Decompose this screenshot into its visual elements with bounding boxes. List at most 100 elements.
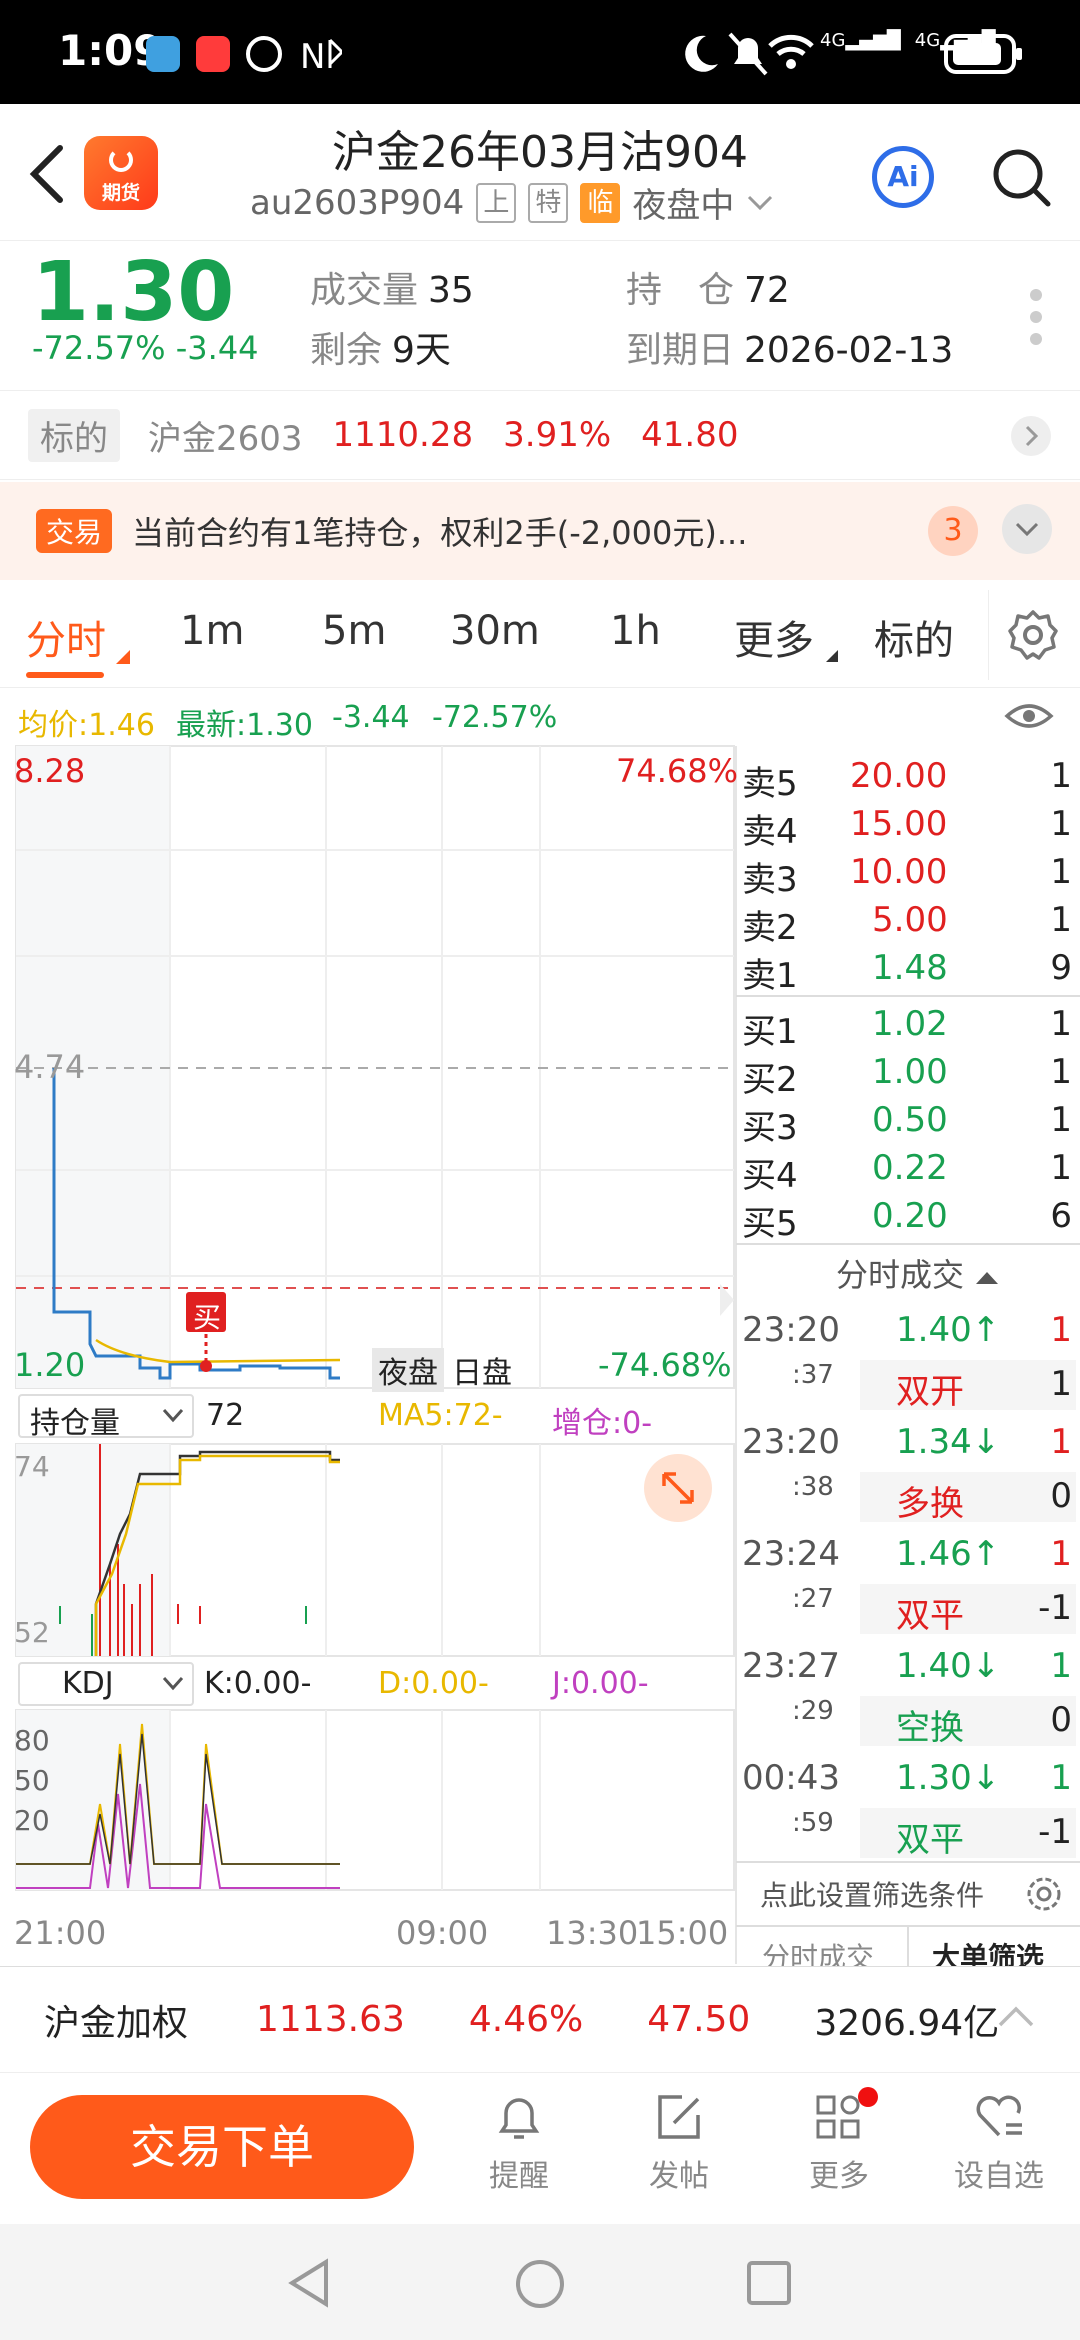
oi-indicator-select[interactable]: 持仓量 bbox=[18, 1394, 194, 1441]
more-button[interactable]: 更多 bbox=[784, 2091, 894, 2195]
post-button[interactable]: 发帖 bbox=[624, 2091, 734, 2195]
tab-5m[interactable]: 5m bbox=[322, 608, 386, 654]
chart-area: 8.28 4.74 1.20 74.68% -74.68% 买 夜盘 日盘 持仓… bbox=[0, 744, 1080, 1974]
eye-icon[interactable] bbox=[1004, 696, 1054, 736]
ask-row-1[interactable]: 卖1 1.48 9 bbox=[742, 944, 1072, 996]
tab-intraday[interactable]: 分时 bbox=[26, 608, 106, 666]
underlying-name: 沪金2603 bbox=[148, 418, 303, 459]
quote-panel: 1.30 -72.57% -3.44 成交量 35 剩余 9天 持 仓 72 到期日 2… bbox=[0, 240, 1080, 390]
contract-title: 沪金26年03月沽904 bbox=[332, 127, 748, 178]
notification-dot bbox=[858, 2087, 878, 2107]
ask-row-4[interactable]: 卖4 15.00 1 bbox=[742, 800, 1072, 852]
kdj-level-50: 50 bbox=[14, 1764, 50, 1797]
bid-row-5[interactable]: 买5 0.20 6 bbox=[742, 1192, 1072, 1244]
tab-1m[interactable]: 1m bbox=[180, 608, 244, 654]
add-watchlist-button[interactable]: 设自选 bbox=[944, 2091, 1054, 2195]
ask-row-5[interactable]: 卖5 20.00 1 bbox=[742, 752, 1072, 804]
search-icon[interactable] bbox=[990, 146, 1052, 208]
back-arrow-icon[interactable] bbox=[24, 142, 74, 206]
time-axis-close: 15:00 bbox=[636, 1914, 729, 1952]
underlying-row[interactable]: 标的 沪金2603 1110.28 3.91% 41.80 bbox=[0, 390, 1080, 480]
signal-icon: 4G▂▄▆█ bbox=[820, 30, 901, 51]
day-session-label[interactable]: 日盘 bbox=[452, 1348, 512, 1392]
tick-row: 23:20 :37 1.40↑ 1 双开 1 bbox=[742, 1310, 1076, 1422]
oi-value: 72 bbox=[206, 1398, 245, 1433]
price-change: -72.57% -3.44 bbox=[32, 329, 259, 367]
volume-stat: 成交量 35 bbox=[310, 270, 474, 311]
trade-tag: 交易 bbox=[36, 509, 113, 553]
last-price: 1.30 bbox=[32, 245, 235, 340]
oi-ma5: MA5:72- bbox=[378, 1398, 503, 1433]
contract-subtitle[interactable]: au2603P904 上 特 临 夜盘中 bbox=[250, 178, 774, 227]
underlying-change: 41.80 bbox=[641, 415, 739, 455]
oi-increase: 增仓:0- bbox=[552, 1406, 653, 1441]
time-axis-start: 21:00 bbox=[14, 1914, 107, 1952]
tick-row: 23:24 :27 1.46↑ 1 双平 -1 bbox=[742, 1534, 1076, 1646]
avg-price: 均价:1.46 bbox=[18, 708, 155, 743]
night-session-label[interactable]: 夜盘 bbox=[372, 1348, 444, 1392]
kdj-k: K:0.00- bbox=[204, 1666, 312, 1701]
position-banner[interactable]: 交易 当前合约有1笔持仓，权利2手(-2,000元)... 3 bbox=[0, 482, 1080, 580]
kdj-level-80: 80 bbox=[14, 1724, 50, 1757]
svg-text:N: N bbox=[300, 37, 325, 76]
place-order-button[interactable]: 交易下单 bbox=[30, 2095, 414, 2199]
latest-pct: -72.57% bbox=[432, 700, 558, 735]
ask-row-2[interactable]: 卖2 5.00 1 bbox=[742, 896, 1072, 948]
filter-link[interactable]: 点此设置筛选条件 bbox=[760, 1874, 984, 1914]
status-app-icons: N bbox=[146, 36, 342, 76]
active-tab-indicator bbox=[26, 672, 104, 678]
chevron-down-icon bbox=[1015, 522, 1039, 537]
gear-icon[interactable] bbox=[1006, 608, 1060, 662]
corner-triangle-icon bbox=[826, 650, 838, 662]
more-dots-icon[interactable] bbox=[1030, 289, 1044, 355]
kdj-level-20: 20 bbox=[14, 1804, 50, 1837]
oi-axis-top: 74 bbox=[14, 1450, 50, 1483]
index-amount: 3206.94亿 bbox=[814, 2002, 1000, 2044]
bid-row-4[interactable]: 买4 0.22 1 bbox=[742, 1144, 1072, 1196]
position-count-badge: 3 bbox=[928, 506, 978, 556]
action-bar: 交易下单 提醒 发帖 更多 设自选 bbox=[0, 2072, 1080, 2224]
tab-1h[interactable]: 1h bbox=[610, 608, 661, 654]
tick-row: 00:43 :59 1.30↓ 1 双平 -1 bbox=[742, 1758, 1076, 1862]
moon-icon bbox=[685, 35, 718, 72]
futures-logo: 期货 bbox=[84, 136, 158, 210]
status-bar: 1:09 N 4G▂▄▆█ 4G▂▄▆█ bbox=[0, 0, 1080, 104]
tab-30m[interactable]: 30m bbox=[450, 608, 540, 654]
remind-button[interactable]: 提醒 bbox=[464, 2091, 574, 2195]
chevron-right-icon bbox=[1011, 416, 1051, 456]
time-axis-afternoon: 13:30 bbox=[546, 1914, 639, 1952]
bell-icon bbox=[498, 2098, 540, 2139]
bid-row-2[interactable]: 买2 1.00 1 bbox=[742, 1048, 1072, 1100]
edit-icon bbox=[658, 2095, 700, 2139]
expiry-stat: 到期日 2026-02-13 bbox=[626, 330, 954, 371]
ai-assistant-icon[interactable]: Ai bbox=[872, 146, 934, 208]
chevron-up-icon[interactable] bbox=[996, 2003, 1036, 2029]
contract-code: au2603P904 bbox=[250, 182, 465, 223]
open-interest-stat: 持 仓 72 bbox=[626, 270, 790, 311]
tab-more[interactable]: 更多 bbox=[734, 608, 814, 666]
kdj-indicator-select[interactable]: KDJ bbox=[18, 1662, 194, 1706]
buy-marker: 买 bbox=[193, 1301, 222, 1334]
time-axis-day: 09:00 bbox=[396, 1914, 489, 1952]
nav-recents-icon[interactable] bbox=[746, 2260, 792, 2306]
underlying-pct: 3.91% bbox=[503, 415, 612, 455]
index-change: 47.50 bbox=[647, 1999, 751, 2040]
price-axis-top: 8.28 bbox=[14, 752, 86, 790]
corner-triangle-icon bbox=[116, 650, 130, 664]
ticks-title[interactable]: 分时成交 bbox=[836, 1250, 1000, 1296]
bid-row-1[interactable]: 买1 1.02 1 bbox=[742, 1000, 1072, 1052]
weighted-index-row[interactable]: 沪金加权 1113.63 4.46% 47.50 3206.94亿 bbox=[0, 1966, 1080, 2072]
kdj-d: D:0.00- bbox=[378, 1666, 489, 1701]
gear-icon[interactable] bbox=[1024, 1874, 1064, 1914]
nav-back-icon[interactable] bbox=[286, 2258, 334, 2308]
price-axis-bottom: 1.20 bbox=[14, 1346, 86, 1384]
tab-underlying[interactable]: 标的 bbox=[874, 608, 954, 666]
nav-home-icon[interactable] bbox=[514, 2258, 566, 2310]
period-tabs: 分时 1m 5m 30m 1h 更多 标的 bbox=[0, 584, 1080, 688]
oi-axis-bottom: 52 bbox=[14, 1616, 50, 1649]
ask-row-3[interactable]: 卖3 10.00 1 bbox=[742, 848, 1072, 900]
expand-button[interactable] bbox=[1002, 504, 1052, 554]
bid-row-3[interactable]: 买3 0.50 1 bbox=[742, 1096, 1072, 1148]
price-axis-mid: 4.74 bbox=[14, 1048, 86, 1086]
pct-axis-top: 74.68% bbox=[616, 752, 739, 790]
